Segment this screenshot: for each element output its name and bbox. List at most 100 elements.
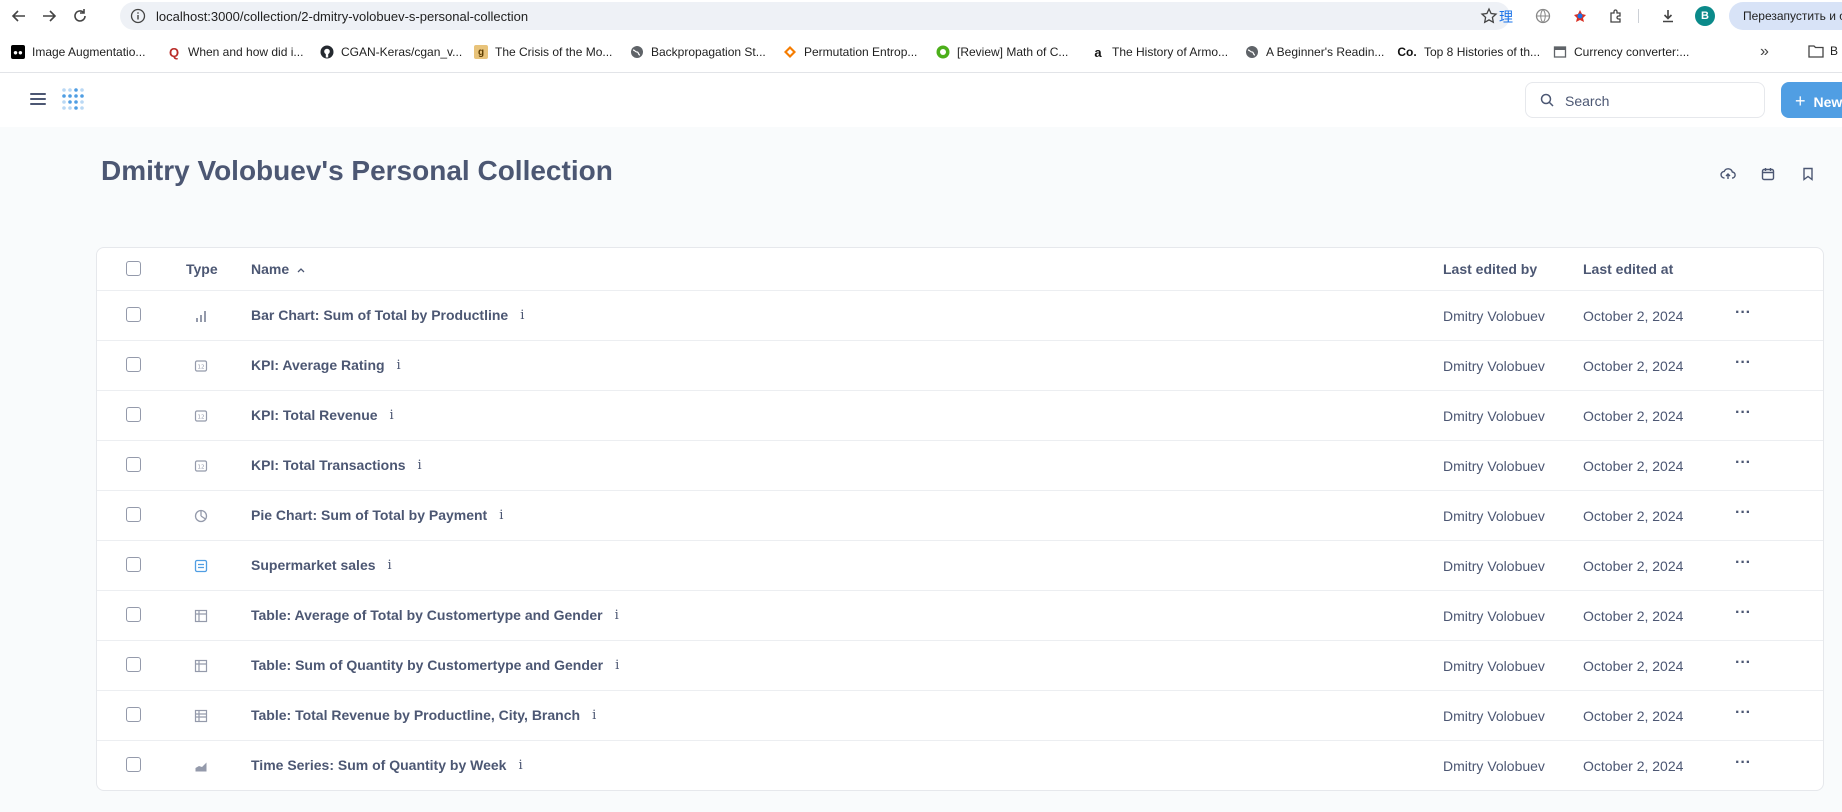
more-actions-icon[interactable]: ··· [1735, 304, 1751, 322]
item-name[interactable]: Table: Average of Total by Customertype … [251, 607, 603, 623]
calendar-icon[interactable] [1759, 165, 1777, 183]
item-name-link[interactable]: Table: Average of Total by Customertype … [251, 607, 619, 623]
row-checkbox[interactable] [126, 357, 141, 372]
puzzle-color-extension-icon[interactable] [1569, 5, 1591, 27]
page-title[interactable]: Dmitry Volobuev's Personal Collection [101, 155, 613, 187]
more-actions-icon[interactable]: ··· [1735, 354, 1751, 372]
bookmark-item[interactable]: A Beginner's Readin... [1245, 45, 1384, 59]
info-icon[interactable]: i [499, 508, 503, 523]
reload-icon[interactable] [69, 5, 91, 27]
bookmark-item[interactable]: ●● Image Augmentatio... [11, 45, 145, 59]
table-row[interactable]: 12 KPI: Total Revenue i Dmitry Volobuev Octo… [97, 391, 1823, 441]
extensions-icon[interactable] [1605, 5, 1627, 27]
bookmark-item[interactable]: g The Crisis of the Mo... [474, 45, 612, 59]
more-actions-icon[interactable]: ··· [1735, 654, 1751, 672]
more-actions-icon[interactable]: ··· [1735, 404, 1751, 422]
info-icon[interactable]: i [397, 358, 401, 373]
bookmark-item[interactable]: Currency converter:... [1553, 45, 1689, 59]
item-name[interactable]: Table: Sum of Quantity by Customertype a… [251, 657, 603, 673]
item-name[interactable]: Pie Chart: Sum of Total by Payment [251, 507, 487, 523]
item-name[interactable]: Supermarket sales [251, 557, 376, 573]
site-info-icon[interactable] [130, 8, 146, 29]
more-actions-icon[interactable]: ··· [1735, 704, 1751, 722]
row-checkbox[interactable] [126, 607, 141, 622]
info-icon[interactable]: i [592, 708, 596, 723]
metabase-logo-icon[interactable] [61, 87, 89, 118]
item-name[interactable]: KPI: Total Transactions [251, 457, 406, 473]
item-name[interactable]: Time Series: Sum of Quantity by Week [251, 757, 506, 773]
more-actions-icon[interactable]: ··· [1735, 754, 1751, 772]
more-actions-icon[interactable]: ··· [1735, 454, 1751, 472]
item-name-link[interactable]: Supermarket sales i [251, 557, 392, 573]
bookmark-icon[interactable] [1799, 165, 1817, 183]
column-header-last-edited-by[interactable]: Last edited by [1443, 261, 1537, 277]
profile-avatar[interactable]: B [1695, 6, 1715, 26]
bookmark-item[interactable]: [Review] Math of C... [936, 45, 1068, 59]
info-icon[interactable]: i [418, 458, 422, 473]
table-row[interactable]: Table: Sum of Quantity by Customertype a… [97, 641, 1823, 691]
table-row[interactable]: Bar Chart: Sum of Total by Productline i D… [97, 291, 1823, 341]
item-name-link[interactable]: Table: Sum of Quantity by Customertype a… [251, 657, 619, 673]
bookmark-item[interactable]: Co. Top 8 Histories of th... [1397, 45, 1540, 59]
column-header-last-edited-at[interactable]: Last edited at [1583, 261, 1673, 277]
forward-arrow-icon[interactable] [38, 5, 60, 27]
bookmark-item[interactable]: Permutation Entrop... [783, 45, 917, 59]
table-row[interactable]: Pie Chart: Sum of Total by Payment i Dmitr… [97, 491, 1823, 541]
globe-extension-icon[interactable] [1532, 5, 1554, 27]
new-button[interactable]: + New [1781, 82, 1842, 118]
bookmark-item[interactable]: Backpropagation St... [630, 45, 766, 59]
back-arrow-icon[interactable] [8, 5, 30, 27]
item-name-link[interactable]: KPI: Total Revenue i [251, 407, 394, 423]
info-icon[interactable]: i [388, 558, 392, 573]
sidebar-toggle-icon[interactable] [30, 93, 46, 107]
bookmark-folder[interactable]: B [1808, 44, 1838, 58]
item-name[interactable]: Table: Total Revenue by Productline, Cit… [251, 707, 580, 723]
item-name-link[interactable]: Pie Chart: Sum of Total by Payment i [251, 507, 503, 523]
item-name[interactable]: KPI: Average Rating [251, 357, 385, 373]
upload-cloud-icon[interactable] [1719, 165, 1737, 183]
address-bar[interactable]: localhost:3000/collection/2-dmitry-volob… [120, 2, 1510, 30]
restart-update-button[interactable]: Перезапустить и об [1729, 2, 1842, 30]
more-actions-icon[interactable]: ··· [1735, 554, 1751, 572]
translate-extension-icon[interactable]: 理 [1495, 5, 1517, 27]
info-icon[interactable]: i [615, 658, 619, 673]
bookmark-item[interactable]: CGAN-Keras/cgan_v... [320, 45, 462, 59]
item-name-link[interactable]: Table: Total Revenue by Productline, Cit… [251, 707, 596, 723]
item-name-link[interactable]: Time Series: Sum of Quantity by Week i [251, 757, 523, 773]
item-name[interactable]: KPI: Total Revenue [251, 407, 378, 423]
info-icon[interactable]: i [518, 758, 522, 773]
info-icon[interactable]: i [520, 308, 524, 323]
url-text[interactable]: localhost:3000/collection/2-dmitry-volob… [156, 9, 528, 24]
more-actions-icon[interactable]: ··· [1735, 604, 1751, 622]
item-name-link[interactable]: KPI: Total Transactions i [251, 457, 422, 473]
table-row[interactable]: Table: Total Revenue by Productline, Cit… [97, 691, 1823, 741]
more-bookmarks-chevron-icon[interactable]: » [1760, 43, 1769, 61]
row-checkbox[interactable] [126, 307, 141, 322]
table-row[interactable]: 12 KPI: Average Rating i Dmitry Volobuev Oct… [97, 341, 1823, 391]
table-row[interactable]: Supermarket sales i Dmitry Volobuev October… [97, 541, 1823, 591]
table-row[interactable]: Time Series: Sum of Quantity by Week i Dmi… [97, 741, 1823, 790]
row-checkbox[interactable] [126, 457, 141, 472]
download-icon[interactable] [1657, 5, 1679, 27]
row-checkbox[interactable] [126, 557, 141, 572]
bookmark-item[interactable]: Q When and how did i... [167, 45, 303, 60]
item-name-link[interactable]: KPI: Average Rating i [251, 357, 401, 373]
search-input[interactable]: Search [1525, 82, 1765, 118]
column-header-type[interactable]: Type [186, 261, 218, 277]
table-row[interactable]: 12 KPI: Total Transactions i Dmitry Volobue… [97, 441, 1823, 491]
row-checkbox[interactable] [126, 757, 141, 772]
table-row[interactable]: Table: Average of Total by Customertype … [97, 591, 1823, 641]
more-actions-icon[interactable]: ··· [1735, 504, 1751, 522]
item-name[interactable]: Bar Chart: Sum of Total by Productline [251, 307, 508, 323]
item-name-link[interactable]: Bar Chart: Sum of Total by Productline i [251, 307, 524, 323]
row-checkbox[interactable] [126, 707, 141, 722]
row-checkbox[interactable] [126, 657, 141, 672]
bookmark-item[interactable]: a The History of Armo... [1091, 45, 1229, 60]
info-icon[interactable]: i [615, 608, 619, 623]
select-all-checkbox[interactable] [126, 261, 141, 276]
column-header-name[interactable]: Name [251, 261, 305, 277]
info-icon[interactable]: i [390, 408, 394, 423]
row-checkbox[interactable] [126, 407, 141, 422]
row-checkbox[interactable] [126, 507, 141, 522]
bookmark-label: The History of Armo... [1112, 45, 1229, 59]
